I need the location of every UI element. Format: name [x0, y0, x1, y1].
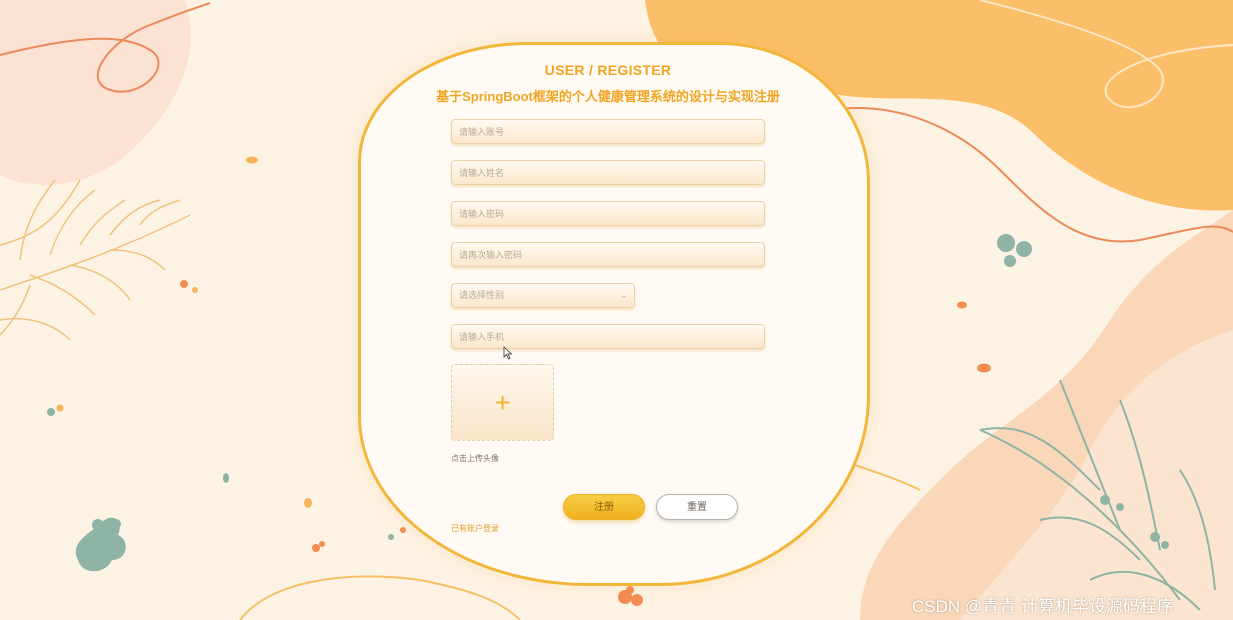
gender-select-placeholder: 请选择性别	[459, 290, 505, 300]
watermark: CSDN @青青 计算机毕设源码程序	[912, 597, 1174, 616]
avatar-upload[interactable]: +	[451, 364, 554, 441]
yellow-curve-bottom	[239, 575, 521, 620]
gender-select[interactable]: 请选择性别 ⌄	[451, 283, 635, 308]
system-title: 基于SpringBoot框架的个人健康管理系统的设计与实现注册	[436, 89, 780, 104]
reset-button[interactable]: 重置	[656, 494, 738, 520]
upload-avatar-label: 点击上传头像	[451, 454, 499, 463]
login-link[interactable]: 已有账户登录	[451, 523, 499, 534]
chevron-down-icon: ⌄	[619, 290, 628, 301]
password-input[interactable]	[451, 201, 765, 226]
confirm-password-input[interactable]	[451, 242, 765, 267]
register-button[interactable]: 注册	[563, 494, 645, 520]
phone-input[interactable]	[451, 324, 765, 349]
name-input[interactable]	[451, 160, 765, 185]
mouse-cursor-icon	[503, 346, 513, 360]
plus-icon: +	[494, 386, 511, 418]
account-input[interactable]	[451, 119, 765, 144]
page-title: USER / REGISTER	[544, 62, 672, 78]
wheat-branch-icon	[0, 179, 191, 341]
pink-blob	[0, 0, 191, 185]
